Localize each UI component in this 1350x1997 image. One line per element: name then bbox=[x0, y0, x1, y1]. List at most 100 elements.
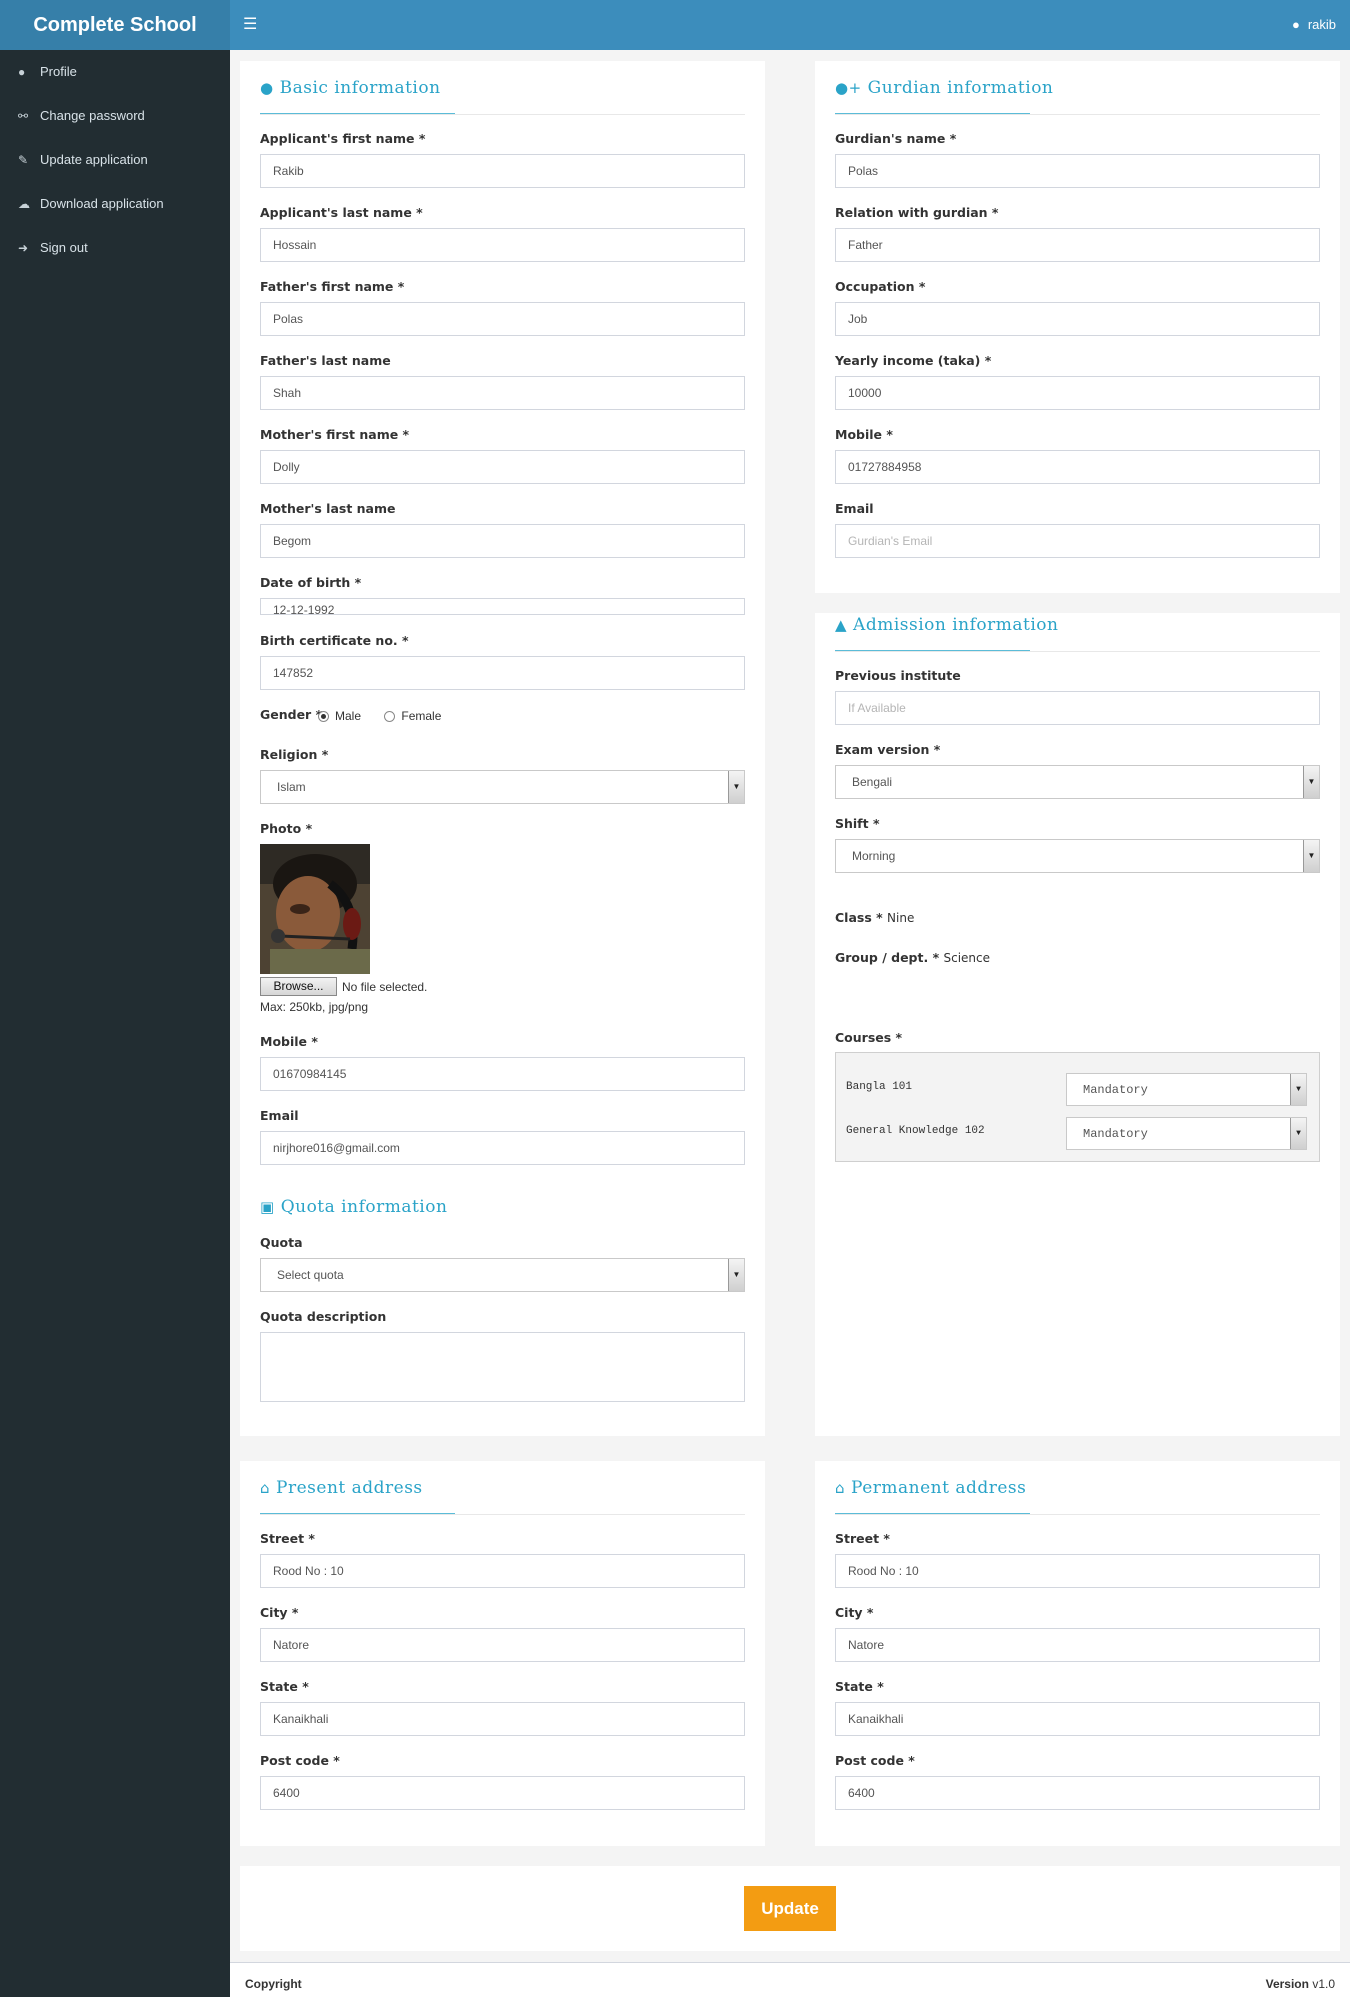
quota-select[interactable]: Select quota ▼ bbox=[260, 1258, 745, 1292]
date-of-birth-input[interactable]: 12-12-1992 bbox=[260, 598, 745, 615]
previous-institute-label: Previous institute bbox=[835, 668, 961, 683]
chevron-down-icon: ▼ bbox=[728, 771, 744, 803]
update-button[interactable]: Update bbox=[744, 1886, 836, 1931]
last-name-label: Applicant's last name * bbox=[260, 205, 423, 220]
section-title-text: Admission information bbox=[853, 615, 1059, 635]
sidebar-item-label: Change password bbox=[40, 108, 145, 123]
guardian-name-input[interactable]: Polas bbox=[835, 154, 1320, 188]
section-title-text: Quota information bbox=[280, 1197, 448, 1217]
brand-logo[interactable]: Complete School bbox=[0, 0, 230, 50]
file-status-text: No file selected. bbox=[342, 980, 428, 994]
gender-radio-group: Male Female bbox=[312, 709, 441, 723]
class-value: Nine bbox=[887, 911, 915, 925]
divider-accent bbox=[260, 113, 455, 114]
present-post-code-label: Post code * bbox=[260, 1753, 340, 1768]
birth-certificate-label: Birth certificate no. * bbox=[260, 633, 409, 648]
admission-information-panel bbox=[815, 613, 1340, 1436]
mobile-label: Mobile * bbox=[260, 1034, 318, 1049]
first-name-input[interactable]: Rakib bbox=[260, 154, 745, 188]
father-first-name-label: Father's first name * bbox=[260, 279, 405, 294]
photo-label: Photo * bbox=[260, 821, 313, 836]
present-city-label: City * bbox=[260, 1605, 299, 1620]
user-icon: ● bbox=[18, 65, 26, 79]
present-city-input[interactable]: Natore bbox=[260, 1628, 745, 1662]
shift-select[interactable]: Morning ▼ bbox=[835, 839, 1320, 873]
permanent-street-input[interactable]: Rood No : 10 bbox=[835, 1554, 1320, 1588]
guardian-information-title: ●+ Gurdian information bbox=[835, 78, 1053, 98]
gender-female-radio[interactable] bbox=[384, 711, 396, 723]
sidebar-item-sign-out[interactable]: ➜ Sign out bbox=[0, 226, 230, 270]
guardian-mobile-input[interactable]: 01727884958 bbox=[835, 450, 1320, 484]
religion-select[interactable]: Islam ▼ bbox=[260, 770, 745, 804]
guardian-mobile-label: Mobile * bbox=[835, 427, 893, 442]
last-name-input[interactable]: Hossain bbox=[260, 228, 745, 262]
chevron-down-icon: ▼ bbox=[1290, 1118, 1306, 1149]
divider bbox=[835, 114, 1320, 115]
divider bbox=[260, 114, 745, 115]
course-type-select[interactable]: Mandatory ▼ bbox=[1066, 1117, 1307, 1150]
photo-hint-text: Max: 250kb, jpg/png bbox=[260, 1000, 369, 1014]
religion-value: Islam bbox=[277, 780, 306, 794]
first-name-label: Applicant's first name * bbox=[260, 131, 426, 146]
guardian-email-input[interactable]: Gurdian's Email bbox=[835, 524, 1320, 558]
home-icon: ⌂ bbox=[260, 1479, 271, 1497]
email-input[interactable]: nirjhore016@gmail.com bbox=[260, 1131, 745, 1165]
quota-description-textarea[interactable] bbox=[260, 1332, 745, 1402]
version-text: Version v1.0 bbox=[1266, 1977, 1335, 1991]
mother-last-name-input[interactable]: Begom bbox=[260, 524, 745, 558]
mother-first-name-input[interactable]: Dolly bbox=[260, 450, 745, 484]
guardian-email-label: Email bbox=[835, 501, 874, 516]
permanent-state-label: State * bbox=[835, 1679, 884, 1694]
top-navbar: Complete School ☰ ● rakib bbox=[0, 0, 1350, 50]
chevron-down-icon: ▼ bbox=[1303, 840, 1319, 872]
course-row: General Knowledge 102 bbox=[846, 1125, 985, 1137]
guardian-occupation-label: Occupation * bbox=[835, 279, 926, 294]
sidebar-item-label: Download application bbox=[40, 196, 164, 211]
present-street-input[interactable]: Rood No : 10 bbox=[260, 1554, 745, 1588]
basic-information-title: ● Basic information bbox=[260, 78, 441, 98]
menu-icon[interactable]: ☰ bbox=[243, 15, 257, 35]
sidebar-item-change-password[interactable]: ⚯ Change password bbox=[0, 94, 230, 138]
guardian-income-input[interactable]: 10000 bbox=[835, 376, 1320, 410]
group-value: Science bbox=[943, 951, 991, 965]
chevron-down-icon: ▼ bbox=[728, 1259, 744, 1291]
permanent-post-code-input[interactable]: 6400 bbox=[835, 1776, 1320, 1810]
permanent-city-input[interactable]: Natore bbox=[835, 1628, 1320, 1662]
section-title-text: Gurdian information bbox=[867, 78, 1054, 98]
mobile-input[interactable]: 01670984145 bbox=[260, 1057, 745, 1091]
course-type-select[interactable]: Mandatory ▼ bbox=[1066, 1073, 1307, 1106]
mother-last-name-label: Mother's last name bbox=[260, 501, 396, 516]
browse-button[interactable]: Browse... bbox=[260, 977, 337, 996]
father-last-name-input[interactable]: Shah bbox=[260, 376, 745, 410]
course-row: Bangla 101 bbox=[846, 1081, 913, 1093]
permanent-street-label: Street * bbox=[835, 1531, 890, 1546]
exam-version-select[interactable]: Bengali ▼ bbox=[835, 765, 1320, 799]
class-label: Class * Nine bbox=[835, 910, 914, 925]
permanent-state-input[interactable]: Kanaikhali bbox=[835, 1702, 1320, 1736]
gender-male-radio[interactable] bbox=[318, 711, 329, 723]
previous-institute-input[interactable]: If Available bbox=[835, 691, 1320, 725]
father-first-name-input[interactable]: Polas bbox=[260, 302, 745, 336]
permanent-city-label: City * bbox=[835, 1605, 874, 1620]
present-street-label: Street * bbox=[260, 1531, 315, 1546]
birth-certificate-input[interactable]: 147852 bbox=[260, 656, 745, 690]
course-type-value: Mandatory bbox=[1083, 1127, 1148, 1141]
user-menu[interactable]: ● rakib bbox=[1292, 0, 1336, 50]
sidebar-item-update-application[interactable]: ✎ Update application bbox=[0, 138, 230, 182]
course-type-value: Mandatory bbox=[1083, 1083, 1148, 1097]
user-icon: ● bbox=[260, 79, 274, 97]
present-state-input[interactable]: Kanaikhali bbox=[260, 1702, 745, 1736]
email-label: Email bbox=[260, 1108, 299, 1123]
section-title-text: Present address bbox=[276, 1478, 423, 1498]
guardian-relation-input[interactable]: Father bbox=[835, 228, 1320, 262]
guardian-occupation-input[interactable]: Job bbox=[835, 302, 1320, 336]
divider-accent bbox=[835, 650, 1030, 651]
section-title-text: Basic information bbox=[279, 78, 441, 98]
present-post-code-input[interactable]: 6400 bbox=[260, 1776, 745, 1810]
sidebar-item-label: Update application bbox=[40, 152, 148, 167]
photo-portrait bbox=[260, 844, 370, 974]
group-label: Group / dept. * Science bbox=[835, 950, 990, 965]
sidebar-item-profile[interactable]: ● Profile bbox=[0, 50, 230, 94]
sidebar-item-download-application[interactable]: ☁ Download application bbox=[0, 182, 230, 226]
gender-male-label: Male bbox=[335, 709, 362, 723]
